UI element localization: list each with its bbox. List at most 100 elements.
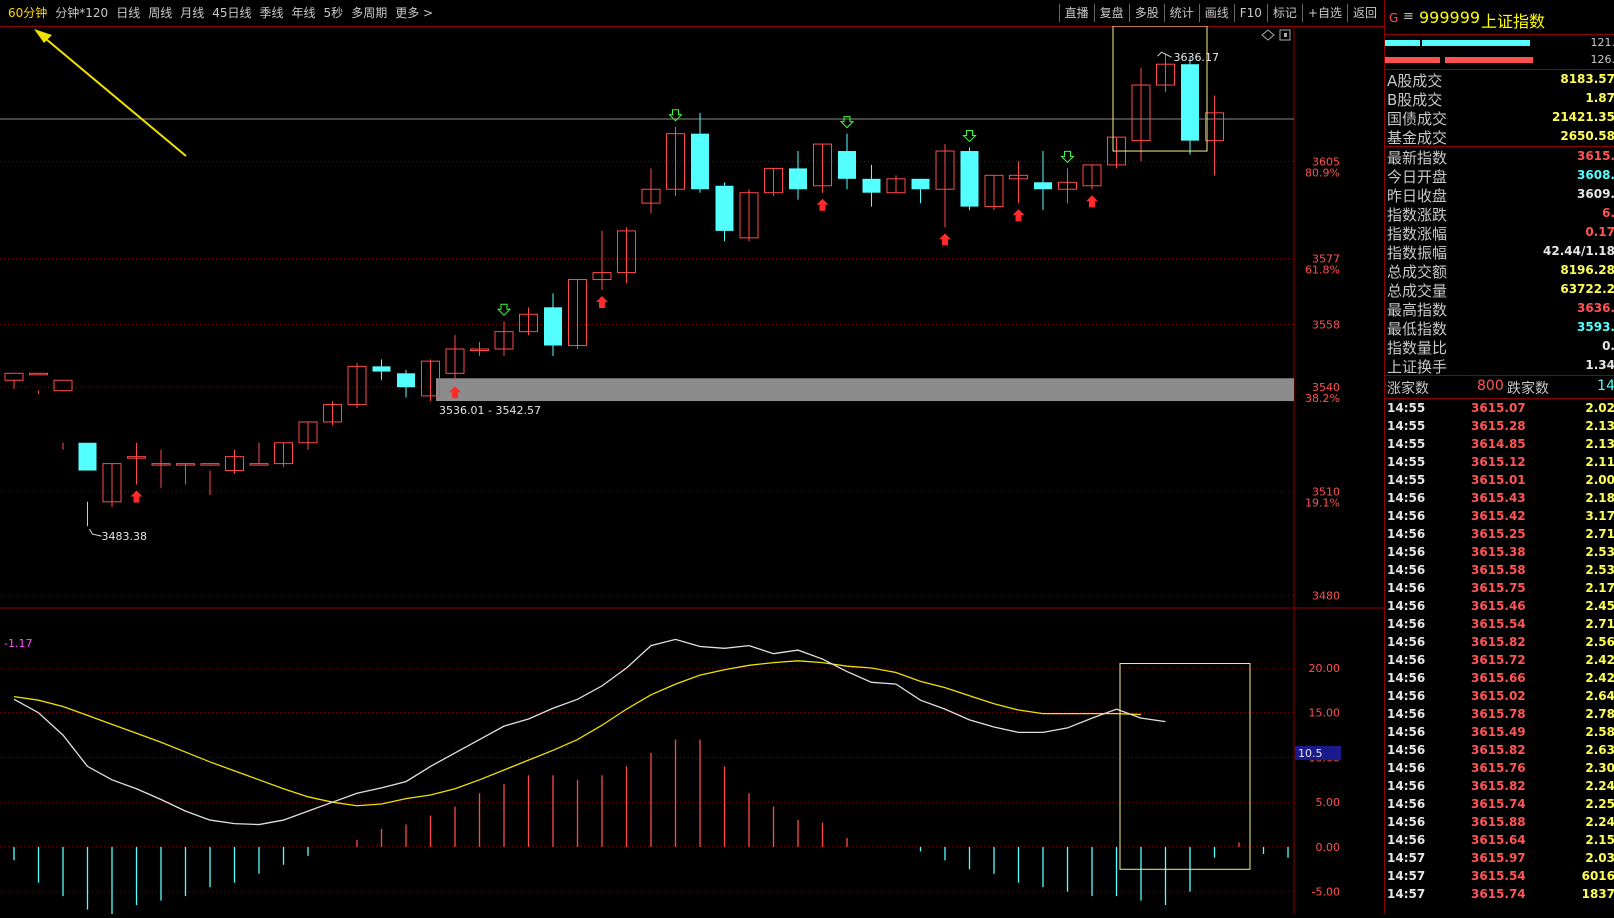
- price-band-label: 3536.01 - 3542.57: [439, 404, 541, 417]
- index-stat-row: 指数振幅42.44/1.18: [1385, 242, 1614, 261]
- index-stat-label: 昨日收盘: [1387, 185, 1447, 206]
- tick-price: 3615.74: [1471, 887, 1526, 901]
- candle-body: [54, 380, 72, 390]
- tool-button-0[interactable]: 直播: [1059, 4, 1094, 22]
- tool-button-8[interactable]: 返回: [1347, 4, 1382, 22]
- tick-time: 14:56: [1387, 707, 1425, 721]
- down-count: 14: [1597, 378, 1614, 394]
- kline-chart[interactable]: 360580.9%357761.8%3558354038.2%351019.1%…: [0, 26, 1384, 914]
- up-signal-icon: [1086, 195, 1098, 207]
- annotation-arrow: [40, 34, 186, 156]
- tick-row: 14:563615.762.30: [1385, 759, 1614, 777]
- chart-area[interactable]: 360580.9%357761.8%3558354038.2%351019.1%…: [0, 26, 1384, 914]
- index-stat-label: 指数涨跌: [1387, 204, 1447, 225]
- tool-button-4[interactable]: 画线: [1199, 4, 1234, 22]
- period-tab-9[interactable]: 多周期: [347, 5, 391, 21]
- current-value-label: 10.5: [1298, 747, 1323, 760]
- tick-time: 14:56: [1387, 833, 1425, 847]
- tick-price: 3615.82: [1471, 779, 1526, 793]
- period-tab-7[interactable]: 年线: [288, 5, 320, 21]
- tick-row: 14:563615.432.18: [1385, 489, 1614, 507]
- period-tab-1[interactable]: 分钟*120: [51, 5, 112, 21]
- period-tab-8[interactable]: 5秒: [320, 5, 348, 21]
- index-stat-label: 总成交量: [1387, 280, 1447, 301]
- tool-button-6[interactable]: 标记: [1267, 4, 1302, 22]
- strength-bar-segment: [1385, 57, 1440, 63]
- tick-list[interactable]: 14:553615.072.0214:553615.282.1314:55361…: [1385, 399, 1614, 903]
- quote-panel: G ≡ 999999 上证指数 121. 126. A股成交8183.57B股成…: [1384, 0, 1614, 914]
- tick-price: 3615.43: [1471, 491, 1526, 505]
- tick-price: 3615.25: [1471, 527, 1526, 541]
- index-stat-row: 总成交量 63722.2: [1385, 280, 1614, 299]
- fib-pct-label: 19.1%: [1305, 496, 1340, 509]
- tick-row: 14:563615.252.71: [1385, 525, 1614, 543]
- tool-button-5[interactable]: F10: [1234, 4, 1267, 22]
- period-tab-2[interactable]: 日线: [112, 5, 144, 21]
- turnover-stats: A股成交8183.57B股成交1.87国债成交21421.35基金成交2650.…: [1385, 70, 1614, 147]
- tick-time: 14:55: [1387, 473, 1425, 487]
- period-tab-5[interactable]: 45日线: [208, 5, 255, 21]
- up-signal-icon: [817, 199, 829, 211]
- tick-time: 14:56: [1387, 761, 1425, 775]
- tool-button-1[interactable]: 复盘: [1094, 4, 1129, 22]
- index-stat-value: 8196.28: [1560, 263, 1614, 277]
- tick-volume: 2.15: [1585, 833, 1614, 847]
- period-tab-0[interactable]: 60分钟: [4, 5, 51, 21]
- price-band: [436, 378, 1294, 401]
- tick-time: 14:57: [1387, 851, 1425, 865]
- turnover-row: 基金成交2650.58: [1385, 127, 1614, 146]
- tick-row: 14:573615.972.03: [1385, 849, 1614, 867]
- tick-volume: 2.63: [1585, 743, 1614, 757]
- tick-time: 14:56: [1387, 743, 1425, 757]
- tool-button-7[interactable]: +自选: [1302, 4, 1347, 22]
- tick-row: 14:55 3615.01 2.00: [1385, 471, 1614, 489]
- up-signal-icon: [596, 296, 608, 308]
- tick-volume: 2.00: [1585, 473, 1614, 487]
- period-tab-6[interactable]: 季线: [256, 5, 288, 21]
- tick-row: 14:563615.882.24: [1385, 813, 1614, 831]
- index-stat-value: 63722.2: [1560, 282, 1614, 296]
- tick-price: 3615.76: [1471, 761, 1526, 775]
- tick-price: 3615.01: [1471, 473, 1526, 487]
- candle-body: [691, 134, 709, 190]
- turnover-label: 国债成交: [1387, 108, 1447, 129]
- tick-volume: 2.25: [1585, 797, 1614, 811]
- kline-tick-label: 3480: [1312, 590, 1340, 603]
- up-signal-icon: [939, 233, 951, 245]
- macd-highlight-box: [1120, 664, 1250, 870]
- tick-time: 14:56: [1387, 671, 1425, 685]
- tick-volume: 2.13: [1585, 437, 1614, 451]
- up-count: 800: [1477, 378, 1504, 394]
- tool-button-3[interactable]: 统计: [1164, 4, 1199, 22]
- tick-volume: 2.56: [1585, 635, 1614, 649]
- tick-time: 14:56: [1387, 815, 1425, 829]
- candle-body: [250, 464, 268, 466]
- tick-price: 3615.58: [1471, 563, 1526, 577]
- candle-body: [397, 373, 415, 387]
- tick-time: 14:57: [1387, 869, 1425, 883]
- tick-volume: 2.53: [1585, 563, 1614, 577]
- tick-volume: 2.11: [1585, 455, 1614, 469]
- tick-time: 14:56: [1387, 635, 1425, 649]
- macd-tick-label: 15.00: [1309, 707, 1341, 720]
- tick-volume: 2.45: [1585, 599, 1614, 613]
- diamond-icon: [1262, 30, 1274, 40]
- tick-volume: 2.18: [1585, 491, 1614, 505]
- tick-row: 14:573615.546016: [1385, 867, 1614, 885]
- tick-volume: 2.13: [1585, 419, 1614, 433]
- tick-volume: 6016: [1582, 869, 1614, 883]
- tick-volume: 2.42: [1585, 653, 1614, 667]
- period-tab-4[interactable]: 月线: [176, 5, 208, 21]
- period-tab-10[interactable]: 更多 >: [391, 5, 437, 21]
- macd-tick-label: -5.00: [1312, 886, 1340, 899]
- index-stat-value: 42.44/1.18: [1543, 244, 1614, 258]
- index-stat-label: 今日开盘: [1387, 166, 1447, 187]
- index-stat-row: 最高指数3636.: [1385, 299, 1614, 318]
- period-tab-3[interactable]: 周线: [144, 5, 176, 21]
- tick-time: 14:57: [1387, 887, 1425, 901]
- index-stats: 最新指数3615.今日开盘3608.昨日收盘3609.指数涨跌6.指数涨幅0.1…: [1385, 147, 1614, 376]
- tick-price: 3615.74: [1471, 797, 1526, 811]
- tick-row: 14:563615.742.25: [1385, 795, 1614, 813]
- menu-icon[interactable]: ≡: [1403, 9, 1414, 24]
- tool-button-2[interactable]: 多股: [1129, 4, 1164, 22]
